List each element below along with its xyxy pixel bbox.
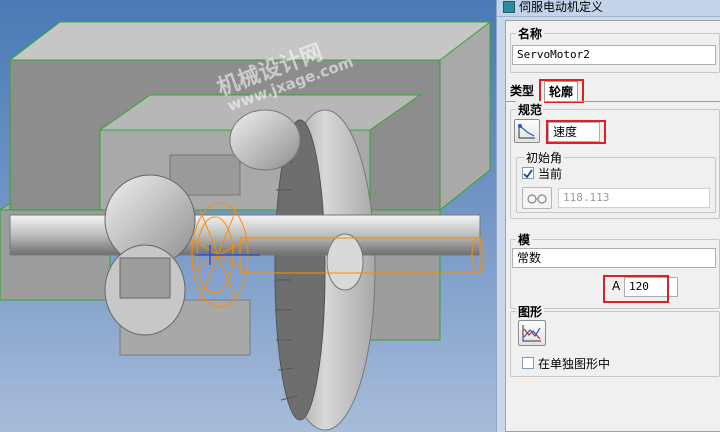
dialog-title: 伺服电动机定义: [519, 0, 604, 14]
tab-type[interactable]: 类型: [506, 81, 538, 101]
model-select[interactable]: 常数: [512, 248, 716, 268]
name-input[interactable]: ServoMotor2: [512, 45, 716, 65]
model-group-label: 模: [516, 231, 533, 248]
angle-input[interactable]: 118.113: [558, 188, 710, 208]
glasses-button[interactable]: [522, 187, 552, 209]
tab-profile[interactable]: 轮廓: [544, 81, 579, 102]
separate-graph-checkbox[interactable]: [522, 357, 534, 369]
model-viewport[interactable]: 机械设计网 www.jxage.com: [0, 0, 496, 432]
graph-icon: [522, 325, 541, 342]
graph-group-label: 图形: [516, 303, 545, 320]
spec-graph-icon: [518, 124, 535, 139]
current-checkbox[interactable]: [522, 167, 534, 179]
check-icon: [523, 169, 533, 179]
param-a-input[interactable]: 120: [624, 277, 678, 297]
graph-button[interactable]: [518, 320, 546, 346]
current-label: 当前: [538, 167, 563, 181]
glasses-icon: [527, 194, 547, 204]
name-group-label: 名称: [516, 25, 545, 42]
separate-graph-label: 在单独图形中: [538, 357, 611, 371]
spec-group-label: 规范: [516, 101, 545, 118]
servo-motor-icon: [503, 1, 515, 13]
initial-angle-label: 初始角: [524, 149, 565, 166]
dialog-titlebar[interactable]: 伺服电动机定义: [497, 0, 720, 17]
spec-select[interactable]: 速度: [548, 122, 600, 142]
servo-motor-dialog: 伺服电动机定义 名称 ServoMotor2 类型 轮廓 规范 速度 初始角 当: [496, 0, 720, 432]
spec-graph-button[interactable]: [514, 119, 540, 143]
dialog-body: 名称 ServoMotor2 类型 轮廓 规范 速度 初始角 当前 118.11…: [505, 20, 720, 432]
param-a-label: A: [612, 279, 621, 293]
